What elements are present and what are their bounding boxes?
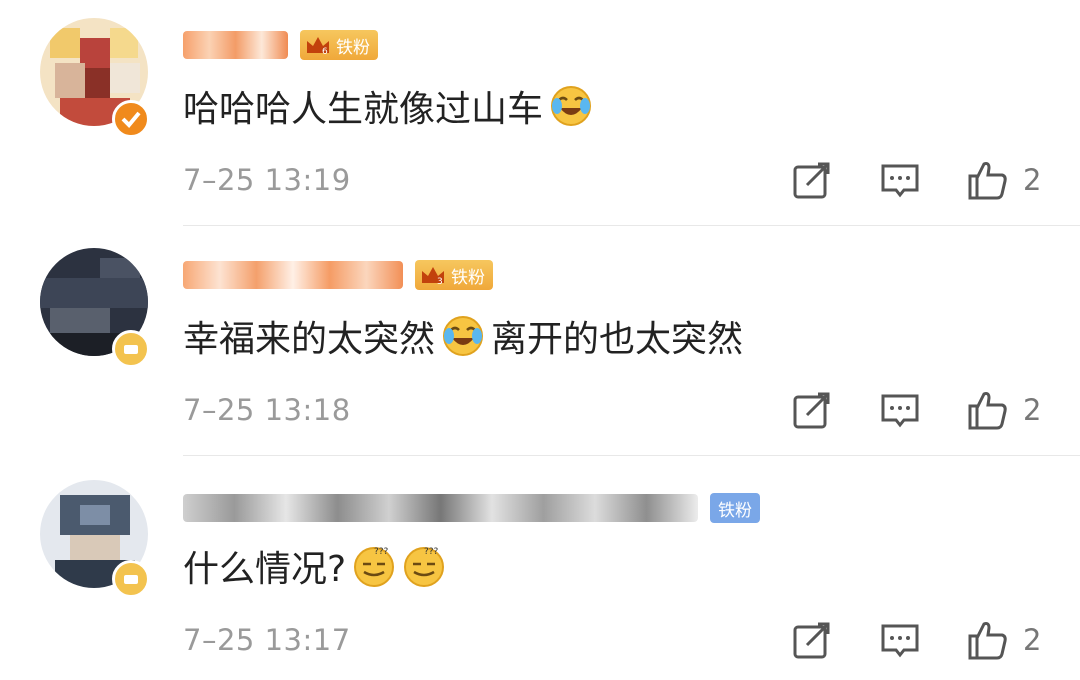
crown-icon: 3 — [422, 267, 444, 287]
laugh-cry-emoji — [443, 316, 484, 356]
fan-badge-label: 铁粉 — [336, 37, 370, 58]
username-blurred[interactable] — [183, 261, 403, 289]
repost-icon[interactable] — [790, 388, 834, 432]
username-blurred[interactable] — [183, 31, 288, 59]
laugh-cry-emoji — [551, 86, 592, 126]
crown-icon: 6 — [307, 37, 329, 57]
username-row: 6 铁粉 — [183, 25, 378, 65]
comment-actions: 2 — [0, 158, 1080, 208]
comment-text: 哈哈哈人生就像过山车 — [183, 80, 593, 132]
member-icon — [112, 330, 150, 368]
like-count: 2 — [1023, 393, 1042, 427]
svg-text:3: 3 — [437, 277, 443, 287]
comment-icon[interactable] — [878, 618, 922, 662]
verified-icon — [112, 100, 150, 138]
comment-text: 幸福来的太突然 离开的也太突然 — [183, 310, 743, 362]
thumbs-up-icon[interactable] — [966, 388, 1010, 432]
comment-body-part2: 离开的也太突然 — [491, 319, 744, 360]
thumbs-up-icon[interactable] — [966, 158, 1010, 202]
dizzy-emoji: ??? — [354, 547, 395, 587]
username-row: 铁粉 — [183, 488, 760, 528]
fan-badge-label: 铁粉 — [451, 267, 485, 288]
svg-text:6: 6 — [322, 47, 328, 57]
comment-icon[interactable] — [878, 388, 922, 432]
comment-actions: 2 — [0, 618, 1080, 668]
member-icon — [112, 560, 150, 598]
username-blurred[interactable] — [183, 494, 698, 522]
comment-actions: 2 — [0, 388, 1080, 438]
repost-icon[interactable] — [790, 618, 834, 662]
comment-body: 哈哈哈人生就像过山车 — [183, 89, 544, 130]
like-count: 2 — [1023, 623, 1042, 657]
repost-icon[interactable] — [790, 158, 834, 202]
svg-text:???: ??? — [374, 547, 389, 557]
fan-badge: 3 铁粉 — [415, 260, 493, 290]
comment-body: 什么情况? — [183, 549, 347, 590]
fan-badge-label: 铁粉 — [718, 500, 752, 521]
svg-text:???: ??? — [424, 547, 439, 557]
comment-text: 什么情况? ??? ??? — [183, 540, 446, 592]
comment-body-part1: 幸福来的太突然 — [183, 319, 436, 360]
dizzy-emoji: ??? — [404, 547, 445, 587]
divider — [183, 225, 1080, 226]
divider — [183, 455, 1080, 456]
username-row: 3 铁粉 — [183, 255, 493, 295]
fan-badge: 铁粉 — [710, 493, 760, 523]
like-count: 2 — [1023, 163, 1042, 197]
fan-badge: 6 铁粉 — [300, 30, 378, 60]
thumbs-up-icon[interactable] — [966, 618, 1010, 662]
comment-icon[interactable] — [878, 158, 922, 202]
